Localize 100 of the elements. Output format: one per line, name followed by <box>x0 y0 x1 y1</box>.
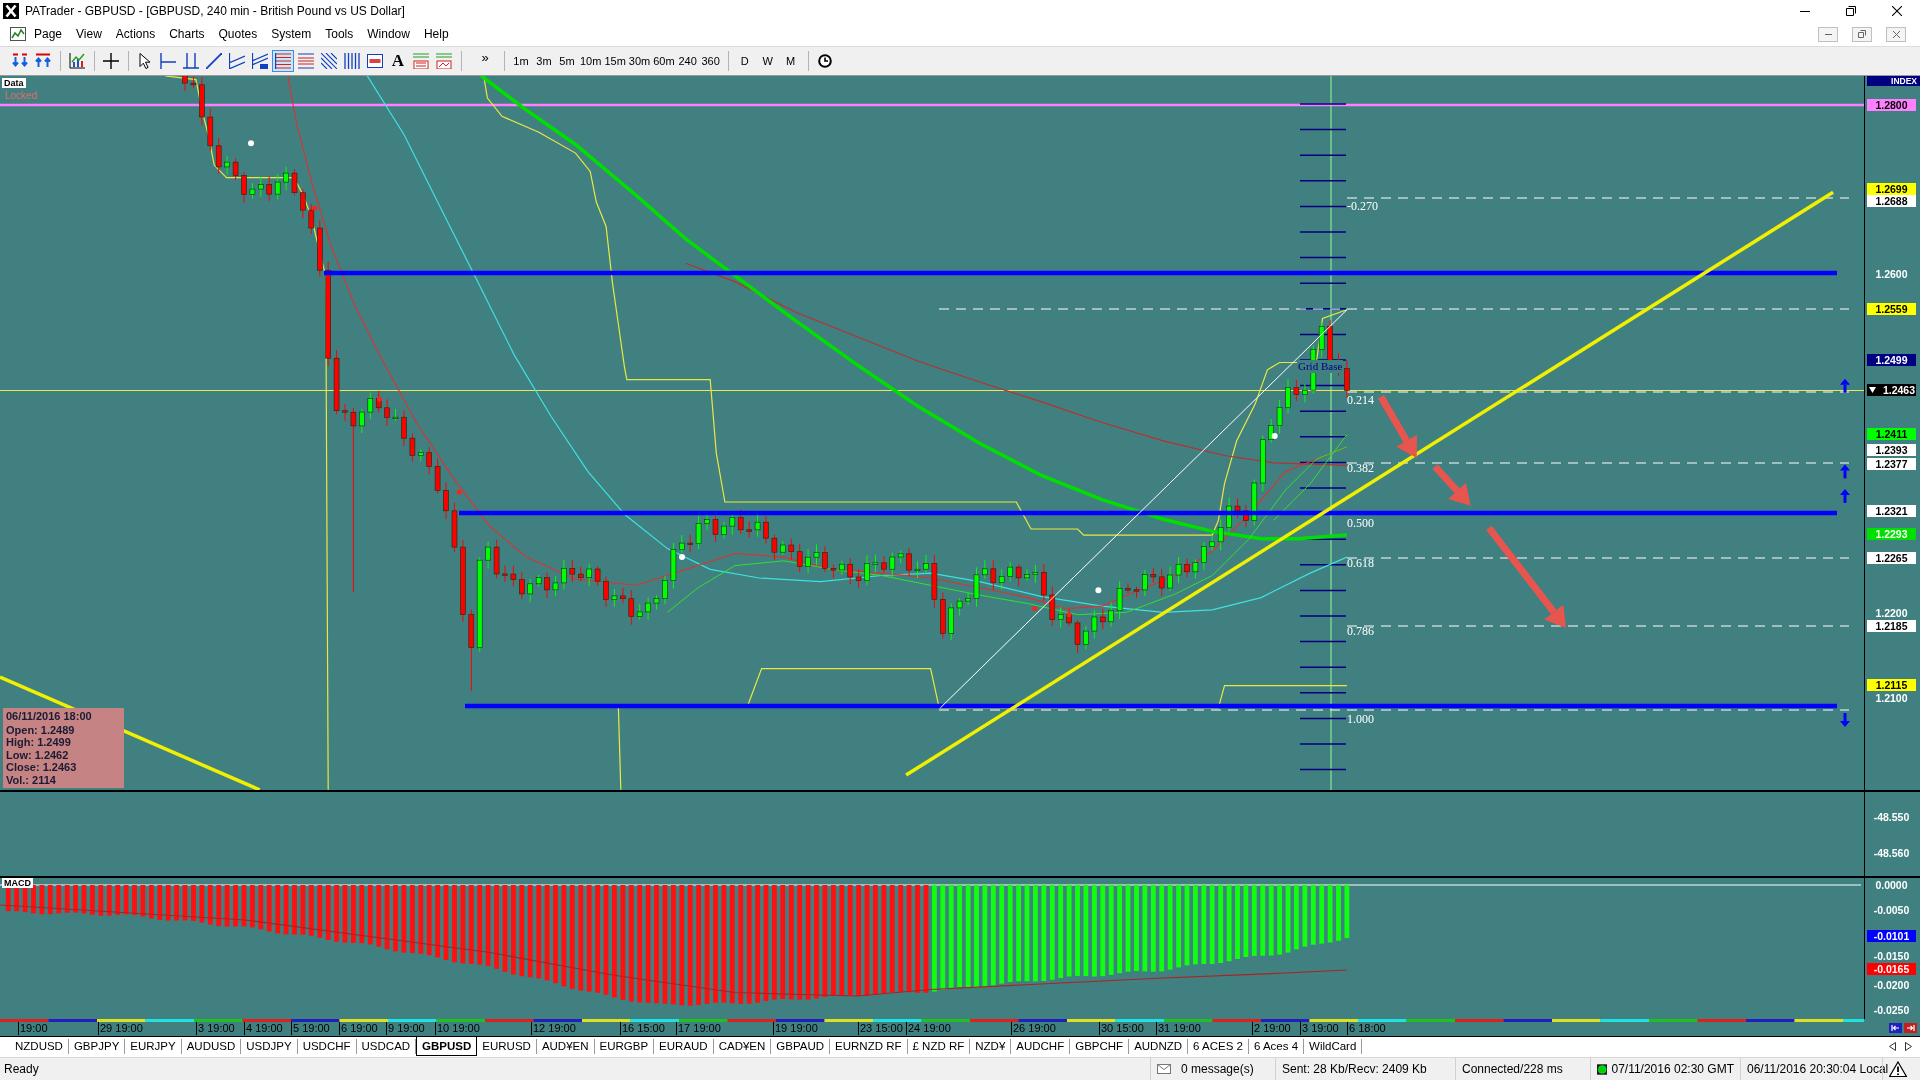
timeframe-button[interactable]: 240 <box>676 50 699 72</box>
vertical-line-button[interactable] <box>180 50 202 72</box>
timeframe-button[interactable]: 10m <box>579 50 603 72</box>
trend-line-button[interactable] <box>203 50 225 72</box>
symbol-tab[interactable]: EURNZD RF <box>830 1039 908 1054</box>
price-marker: 1.2293 <box>1867 528 1916 540</box>
symbol-tab[interactable]: EURGBP <box>594 1039 655 1054</box>
server-time: 07/11/2016 02:30 GMT <box>1611 1062 1734 1076</box>
price-marker: 1.2321 <box>1867 505 1916 517</box>
time-label: 31 19:00 <box>1156 1022 1201 1035</box>
price-marker: 1.2377 <box>1867 457 1916 470</box>
warning-icon <box>1889 1061 1907 1077</box>
close-icon <box>1892 30 1900 38</box>
overflow-button[interactable]: » <box>477 47 493 69</box>
vertical-lines-icon <box>344 53 360 69</box>
timeframe-button[interactable]: 1m <box>510 50 532 72</box>
symbol-tab[interactable]: USDCHF <box>297 1039 357 1054</box>
vertical-lines-icon <box>183 53 199 69</box>
symbol-tab[interactable]: AUDNZD <box>1129 1039 1189 1054</box>
price-marker: 1.2411 <box>1867 428 1916 440</box>
time-label: 6 19:00 <box>339 1022 378 1035</box>
pattern-button[interactable] <box>410 50 432 72</box>
symbol-tab[interactable]: GBPCHF <box>1070 1039 1130 1054</box>
local-time: 06/11/2016 20:30:04 Local <box>1747 1062 1889 1076</box>
symbol-tab[interactable]: NZDUSD <box>10 1039 69 1054</box>
horizontal-lines-button[interactable] <box>272 50 294 72</box>
time-label: 10 19:00 <box>435 1022 480 1035</box>
symbol-tab[interactable]: GBPAUD <box>771 1039 831 1054</box>
minimize-button[interactable] <box>1818 26 1838 42</box>
time-label: 19:00 <box>18 1022 48 1035</box>
timeframe-button[interactable]: 30m <box>627 50 652 72</box>
fan-lines-button[interactable] <box>318 50 340 72</box>
axis-label: 0.0000 <box>1874 879 1909 891</box>
vertical-bars-button[interactable] <box>341 50 363 72</box>
menu-item[interactable]: View <box>70 25 108 43</box>
period-button[interactable]: D <box>733 50 756 72</box>
timeframe-button[interactable]: 15m <box>603 50 627 72</box>
symbol-tab[interactable]: AUDCHF <box>1011 1039 1071 1054</box>
indicator-tag: MACD <box>2 878 33 888</box>
symbol-tab[interactable]: GBPJPY <box>68 1039 126 1054</box>
symbol-tab[interactable]: USDJPY <box>241 1039 298 1054</box>
menu-item[interactable]: Page <box>28 25 69 43</box>
symbol-tab[interactable]: NZD¥ <box>970 1039 1012 1054</box>
symbol-tab[interactable]: EURUSD <box>477 1039 537 1054</box>
price-marker: 1.2393 <box>1867 443 1916 456</box>
time-label: 3 19:00 <box>1300 1022 1339 1035</box>
time-label: 23 15:00 <box>858 1022 903 1035</box>
chart-icon <box>10 27 26 41</box>
symbol-tab[interactable]: WildCard <box>1304 1039 1363 1054</box>
close-button[interactable] <box>1886 26 1906 42</box>
price-marker: -0.0101 <box>1867 929 1916 942</box>
text-tool-button[interactable]: A <box>387 50 409 72</box>
time-label: 30 15:00 <box>1099 1022 1144 1035</box>
axis-header: INDEX <box>1867 76 1920 86</box>
envelope-icon <box>1157 1064 1171 1074</box>
arrow-up-icon <box>35 53 51 69</box>
menu-item[interactable]: Charts <box>163 25 211 43</box>
time-label: 4 19:00 <box>244 1022 283 1035</box>
axis-label: -48.560 <box>1872 847 1911 859</box>
horizontal-line-button[interactable] <box>157 50 179 72</box>
symbol-tab[interactable]: EURJPY <box>125 1039 182 1054</box>
caret-right-icon[interactable] <box>1905 1042 1912 1051</box>
channel-button[interactable] <box>226 50 248 72</box>
window-title: PATrader - GBPUSD - [GBPUSD, 240 min - British Pound vs US Dollar] <box>25 4 405 18</box>
signal-lines-button[interactable] <box>433 50 455 72</box>
period-button[interactable]: W <box>756 50 779 72</box>
arrow-bar-left-icon[interactable] <box>1889 1022 1902 1033</box>
status-text: Ready <box>4 1062 39 1076</box>
price-marker: 1.2265 <box>1867 552 1916 564</box>
timeframe-button[interactable]: 5m <box>556 50 578 72</box>
arrow-bar-right-icon[interactable] <box>1904 1022 1917 1033</box>
period-button[interactable]: M <box>779 50 802 72</box>
timeframe-button[interactable]: 3m <box>533 50 555 72</box>
minimize-icon <box>1800 10 1810 12</box>
crosshair-button[interactable] <box>100 50 122 72</box>
symbol-tab[interactable]: CAD¥EN <box>713 1039 772 1054</box>
chart-button[interactable] <box>66 50 88 72</box>
axis-label: -0.0200 <box>1872 978 1911 991</box>
menu-item[interactable]: Window <box>361 25 416 43</box>
symbol-tab[interactable]: £ NZD RF <box>907 1039 971 1054</box>
menu-item[interactable]: Tools <box>319 25 360 43</box>
menu-item[interactable]: System <box>265 25 318 43</box>
menu-item[interactable]: Help <box>417 25 455 43</box>
menu-item[interactable]: Quotes <box>212 25 264 43</box>
symbol-tab[interactable]: AUDUSD <box>181 1039 242 1054</box>
symbol-tab[interactable]: 6 Aces 4 <box>1248 1039 1305 1054</box>
menu-item[interactable]: Actions <box>109 25 162 43</box>
timeframe-button[interactable]: 60m <box>652 50 676 72</box>
time-label: 5 19:00 <box>291 1022 330 1035</box>
caret-left-icon[interactable] <box>1889 1042 1896 1051</box>
timeframe-button[interactable]: 360 <box>699 50 722 72</box>
symbol-tab[interactable]: EURAUD <box>654 1039 714 1054</box>
arrow-down-icon <box>12 53 28 69</box>
price-label: 1.2463 <box>1882 384 1915 396</box>
symbol-tab[interactable]: GBPUSD <box>416 1037 478 1056</box>
crosshair-icon <box>103 53 119 69</box>
symbol-tab[interactable]: 6 ACES 2 <box>1188 1039 1249 1054</box>
axis-label: -48.550 <box>1872 811 1911 823</box>
symbol-tab[interactable]: AUD¥EN <box>536 1039 595 1054</box>
level-lines-icon <box>298 53 314 69</box>
